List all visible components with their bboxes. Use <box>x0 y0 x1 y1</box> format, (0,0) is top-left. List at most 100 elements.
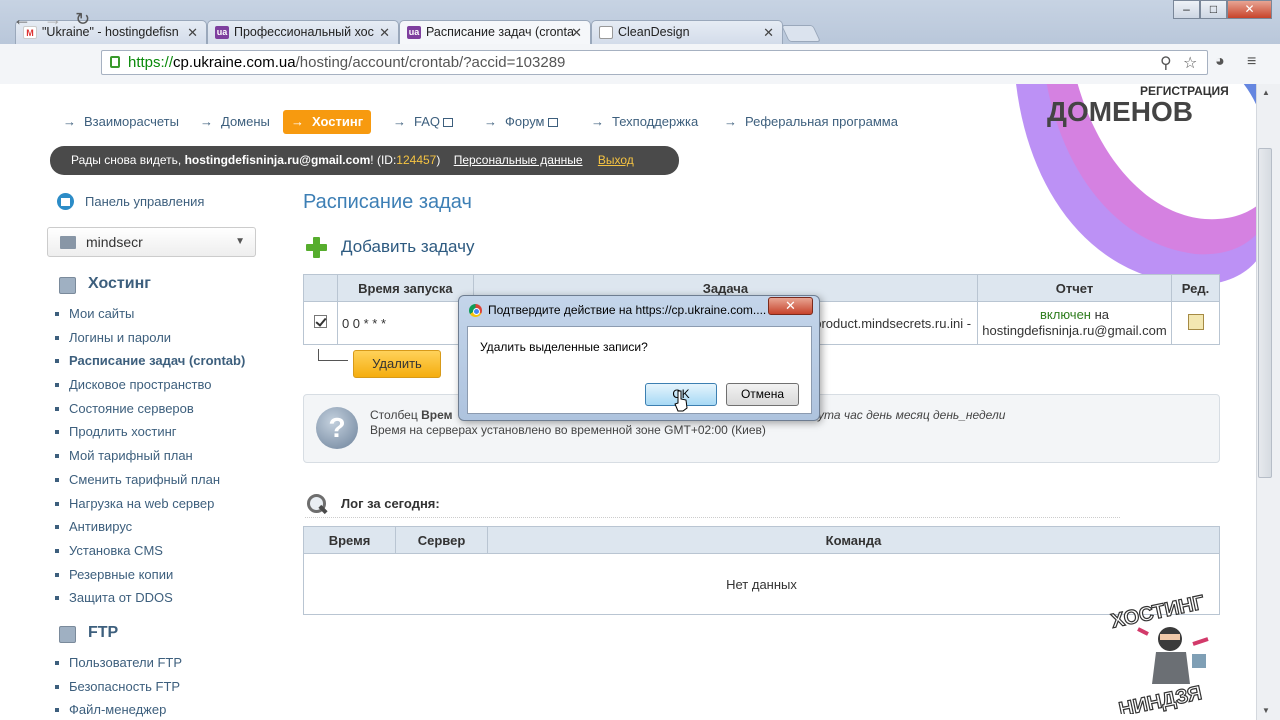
column-header-edit: Ред. <box>1171 274 1220 302</box>
log-title-label: Лог за сегодня: <box>341 496 440 511</box>
tab-label: CleanDesign <box>618 25 690 39</box>
close-tab-icon[interactable]: ✕ <box>571 25 582 41</box>
url-host: cp.ukraine.com.ua <box>173 54 296 71</box>
forward-arrow-icon[interactable]: → <box>44 9 62 30</box>
report-suffix: на <box>1094 307 1110 322</box>
sidebar-item-logins[interactable]: Логины и пароли <box>55 329 245 353</box>
sidebar-item-web-load[interactable]: Нагрузка на web сервер <box>55 495 245 519</box>
url-scheme: https:// <box>128 54 174 71</box>
account-select[interactable]: mindsecr ▼ <box>47 227 256 257</box>
sidebar-item-crontab[interactable]: Расписание задач (crontab) <box>55 352 245 376</box>
report-cell: включен на hostingdefisninja.ru@gmail.co… <box>977 301 1172 345</box>
sidebar-item-change-plan[interactable]: Сменить тарифный план <box>55 471 245 495</box>
page-icon <box>599 26 613 39</box>
hosting-menu: Мои сайты Логины и пароли Расписание зад… <box>55 305 245 613</box>
ua-icon: ua <box>407 26 421 39</box>
arrow-icon: → <box>393 114 406 129</box>
control-panel-label: Панель управления <box>85 194 205 209</box>
nav-hosting[interactable]: → Хостинг <box>283 110 372 134</box>
row-checkbox[interactable] <box>313 315 327 328</box>
minimize-button[interactable]: – <box>1173 0 1200 19</box>
browser-chrome: M "Ukraine" - hostingdefisn ✕ ua Професс… <box>0 0 1280 84</box>
close-tab-icon[interactable]: ✕ <box>187 25 198 41</box>
sidebar-item-extend[interactable]: Продлить хостинг <box>55 423 245 447</box>
scrollbar-thumb[interactable] <box>1258 148 1272 478</box>
menu-icon[interactable]: ≡ <box>1247 53 1256 71</box>
sidebar-item-server-status[interactable]: Состояние серверов <box>55 400 245 424</box>
sidebar-item-cms[interactable]: Установка CMS <box>55 542 245 566</box>
sidebar-item-ddos[interactable]: Защита от DDOS <box>55 589 245 613</box>
log-header-row: Время Сервер Команда <box>303 526 1220 554</box>
personal-data-link[interactable]: Персональные данные <box>454 153 583 167</box>
chevron-down-icon: ▼ <box>235 236 245 247</box>
sidebar-item-antivirus[interactable]: Антивирус <box>55 518 245 542</box>
sidebar-item-disk-space[interactable]: Дисковое пространство <box>55 376 245 400</box>
ftp-section-title[interactable]: FTP <box>59 624 119 643</box>
hand-cursor-icon <box>674 390 688 412</box>
tab-crontab[interactable]: ua Расписание задач (cronta ✕ <box>399 20 591 45</box>
edit-icon[interactable] <box>1187 313 1204 330</box>
close-tab-icon[interactable]: ✕ <box>763 25 774 41</box>
scroll-up-icon[interactable]: ▲ <box>1262 88 1270 97</box>
close-tab-icon[interactable]: ✕ <box>379 25 390 41</box>
nav-forum[interactable]: → Форум <box>484 113 558 137</box>
tab-professional-hosting[interactable]: ua Профессиональный хос ✕ <box>207 20 399 44</box>
sidebar-item-my-plan[interactable]: Мой тарифный план <box>55 447 245 471</box>
logo-top-text: ХОСТИНГ <box>1109 592 1206 633</box>
bookmark-star-icon[interactable]: ☆ <box>1183 53 1197 73</box>
dialog-close-button[interactable]: ✕ <box>768 297 813 315</box>
hosting-section-title[interactable]: Хостинг <box>59 275 151 294</box>
sidebar-item-file-manager[interactable]: Файл-менеджер <box>55 701 182 720</box>
nav-label: Взаиморасчеты <box>84 114 179 129</box>
lock-icon <box>110 56 120 68</box>
sidebar-item-ftp-security[interactable]: Безопасность FTP <box>55 678 182 702</box>
nav-faq[interactable]: → FAQ <box>393 113 454 137</box>
zoom-icon[interactable]: ⚲ <box>1160 53 1172 73</box>
sidebar-item-backups[interactable]: Резервные копии <box>55 566 245 590</box>
nav-payments[interactable]: → Взаиморасчеты <box>63 113 179 137</box>
nav-referral[interactable]: → Реферальная программа <box>724 113 898 137</box>
cancel-button[interactable]: Отмена <box>726 383 799 406</box>
nav-label: Домены <box>221 114 270 129</box>
arrow-icon: → <box>200 114 213 129</box>
back-arrow-icon[interactable]: ← <box>13 9 31 30</box>
arrow-icon: → <box>484 114 497 129</box>
add-task-link[interactable]: Добавить задачу <box>306 235 474 259</box>
page-title: Расписание задач <box>303 191 472 213</box>
tab-label: "Ukraine" - hostingdefisn <box>42 25 179 39</box>
reload-icon[interactable]: ↻ <box>75 9 90 30</box>
nav-support[interactable]: → Техподдержка <box>591 113 698 137</box>
add-task-label: Добавить задачу <box>341 237 475 256</box>
home-icon <box>57 193 74 210</box>
column-header-report: Отчет <box>977 274 1172 302</box>
user-email: hostingdefisninja.ru@gmail.com <box>184 153 371 167</box>
sidebar-item-ftp-users[interactable]: Пользователи FTP <box>55 654 182 678</box>
sidebar-item-my-sites[interactable]: Мои сайты <box>55 305 245 329</box>
ftp-title-label: FTP <box>88 624 119 641</box>
arrow-icon: → <box>291 114 304 129</box>
account-value: mindsecr <box>86 234 143 250</box>
address-bar[interactable]: https://cp.ukraine.com.ua/hosting/accoun… <box>101 50 1208 75</box>
extension-icon[interactable]: ◕ <box>1215 53 1225 71</box>
log-empty-cell: Нет данных <box>303 553 1220 615</box>
info-line1-format: ута час день месяц день_недели <box>818 408 1006 422</box>
ua-icon: ua <box>215 26 229 39</box>
tab-cleandesign[interactable]: CleanDesign ✕ <box>591 20 783 44</box>
ftp-icon <box>59 626 76 643</box>
report-email: hostingdefisninja.ru@gmail.com <box>982 323 1167 338</box>
window-close-button[interactable]: ✕ <box>1227 0 1272 19</box>
column-header-time: Время запуска <box>336 274 474 302</box>
greeting-text: Рады снова видеть, <box>71 153 182 167</box>
scroll-down-icon[interactable]: ▼ <box>1262 706 1270 715</box>
control-panel-link[interactable]: Панель управления <box>57 192 204 211</box>
maximize-button[interactable]: □ <box>1200 0 1227 19</box>
nav-domains[interactable]: → Домены <box>200 113 270 137</box>
nav-label: Хостинг <box>312 114 364 129</box>
info-line1-bold: Врем <box>421 408 453 422</box>
tab-label: Профессиональный хос <box>234 25 374 39</box>
external-link-icon <box>443 118 454 127</box>
delete-button[interactable]: Удалить <box>353 350 441 378</box>
url-path: /hosting/account/crontab/?accid=103289 <box>295 54 566 71</box>
nav-label: Реферальная программа <box>745 114 898 129</box>
logout-link[interactable]: Выход <box>598 153 634 167</box>
